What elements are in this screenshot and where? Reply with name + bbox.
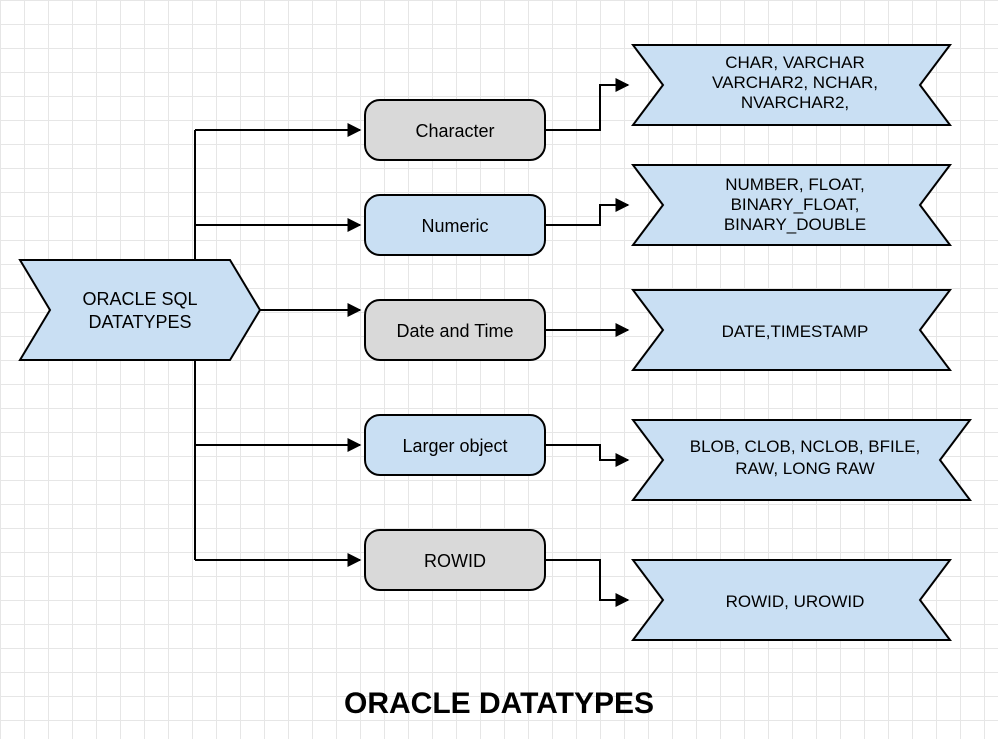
root-label-1: ORACLE SQL	[82, 289, 197, 309]
diagram-title: ORACLE DATATYPES	[0, 687, 998, 721]
example-line: VARCHAR2, NCHAR,	[712, 73, 878, 92]
category-label: Larger object	[402, 436, 507, 456]
example-line: BLOB, CLOB, NCLOB, BFILE,	[690, 437, 921, 456]
category-label: Numeric	[421, 216, 488, 236]
example-line: ROWID, UROWID	[726, 592, 865, 611]
category-rowid: ROWID ROWID, UROWID	[195, 530, 950, 640]
category-label: Character	[415, 121, 494, 141]
category-label: Date and Time	[396, 321, 513, 341]
example-line: CHAR, VARCHAR	[725, 53, 864, 72]
category-character: Character CHAR, VARCHAR VARCHAR2, NCHAR,…	[195, 45, 950, 160]
diagram-svg: ORACLE SQL DATATYPES Character CHAR, VAR…	[0, 0, 998, 739]
example-line: NVARCHAR2,	[741, 93, 849, 112]
category-larger-object: Larger object BLOB, CLOB, NCLOB, BFILE, …	[195, 415, 970, 500]
example-line: BINARY_DOUBLE	[724, 215, 866, 234]
example-line: NUMBER, FLOAT,	[725, 175, 864, 194]
root-node: ORACLE SQL DATATYPES	[20, 260, 260, 360]
category-date-time: Date and Time DATE,TIMESTAMP	[260, 290, 950, 370]
root-label-2: DATATYPES	[88, 312, 191, 332]
example-line: RAW, LONG RAW	[735, 459, 874, 478]
category-numeric: Numeric NUMBER, FLOAT, BINARY_FLOAT, BIN…	[195, 165, 950, 255]
example-line: DATE,TIMESTAMP	[722, 322, 869, 341]
category-label: ROWID	[424, 551, 486, 571]
example-line: BINARY_FLOAT,	[731, 195, 860, 214]
